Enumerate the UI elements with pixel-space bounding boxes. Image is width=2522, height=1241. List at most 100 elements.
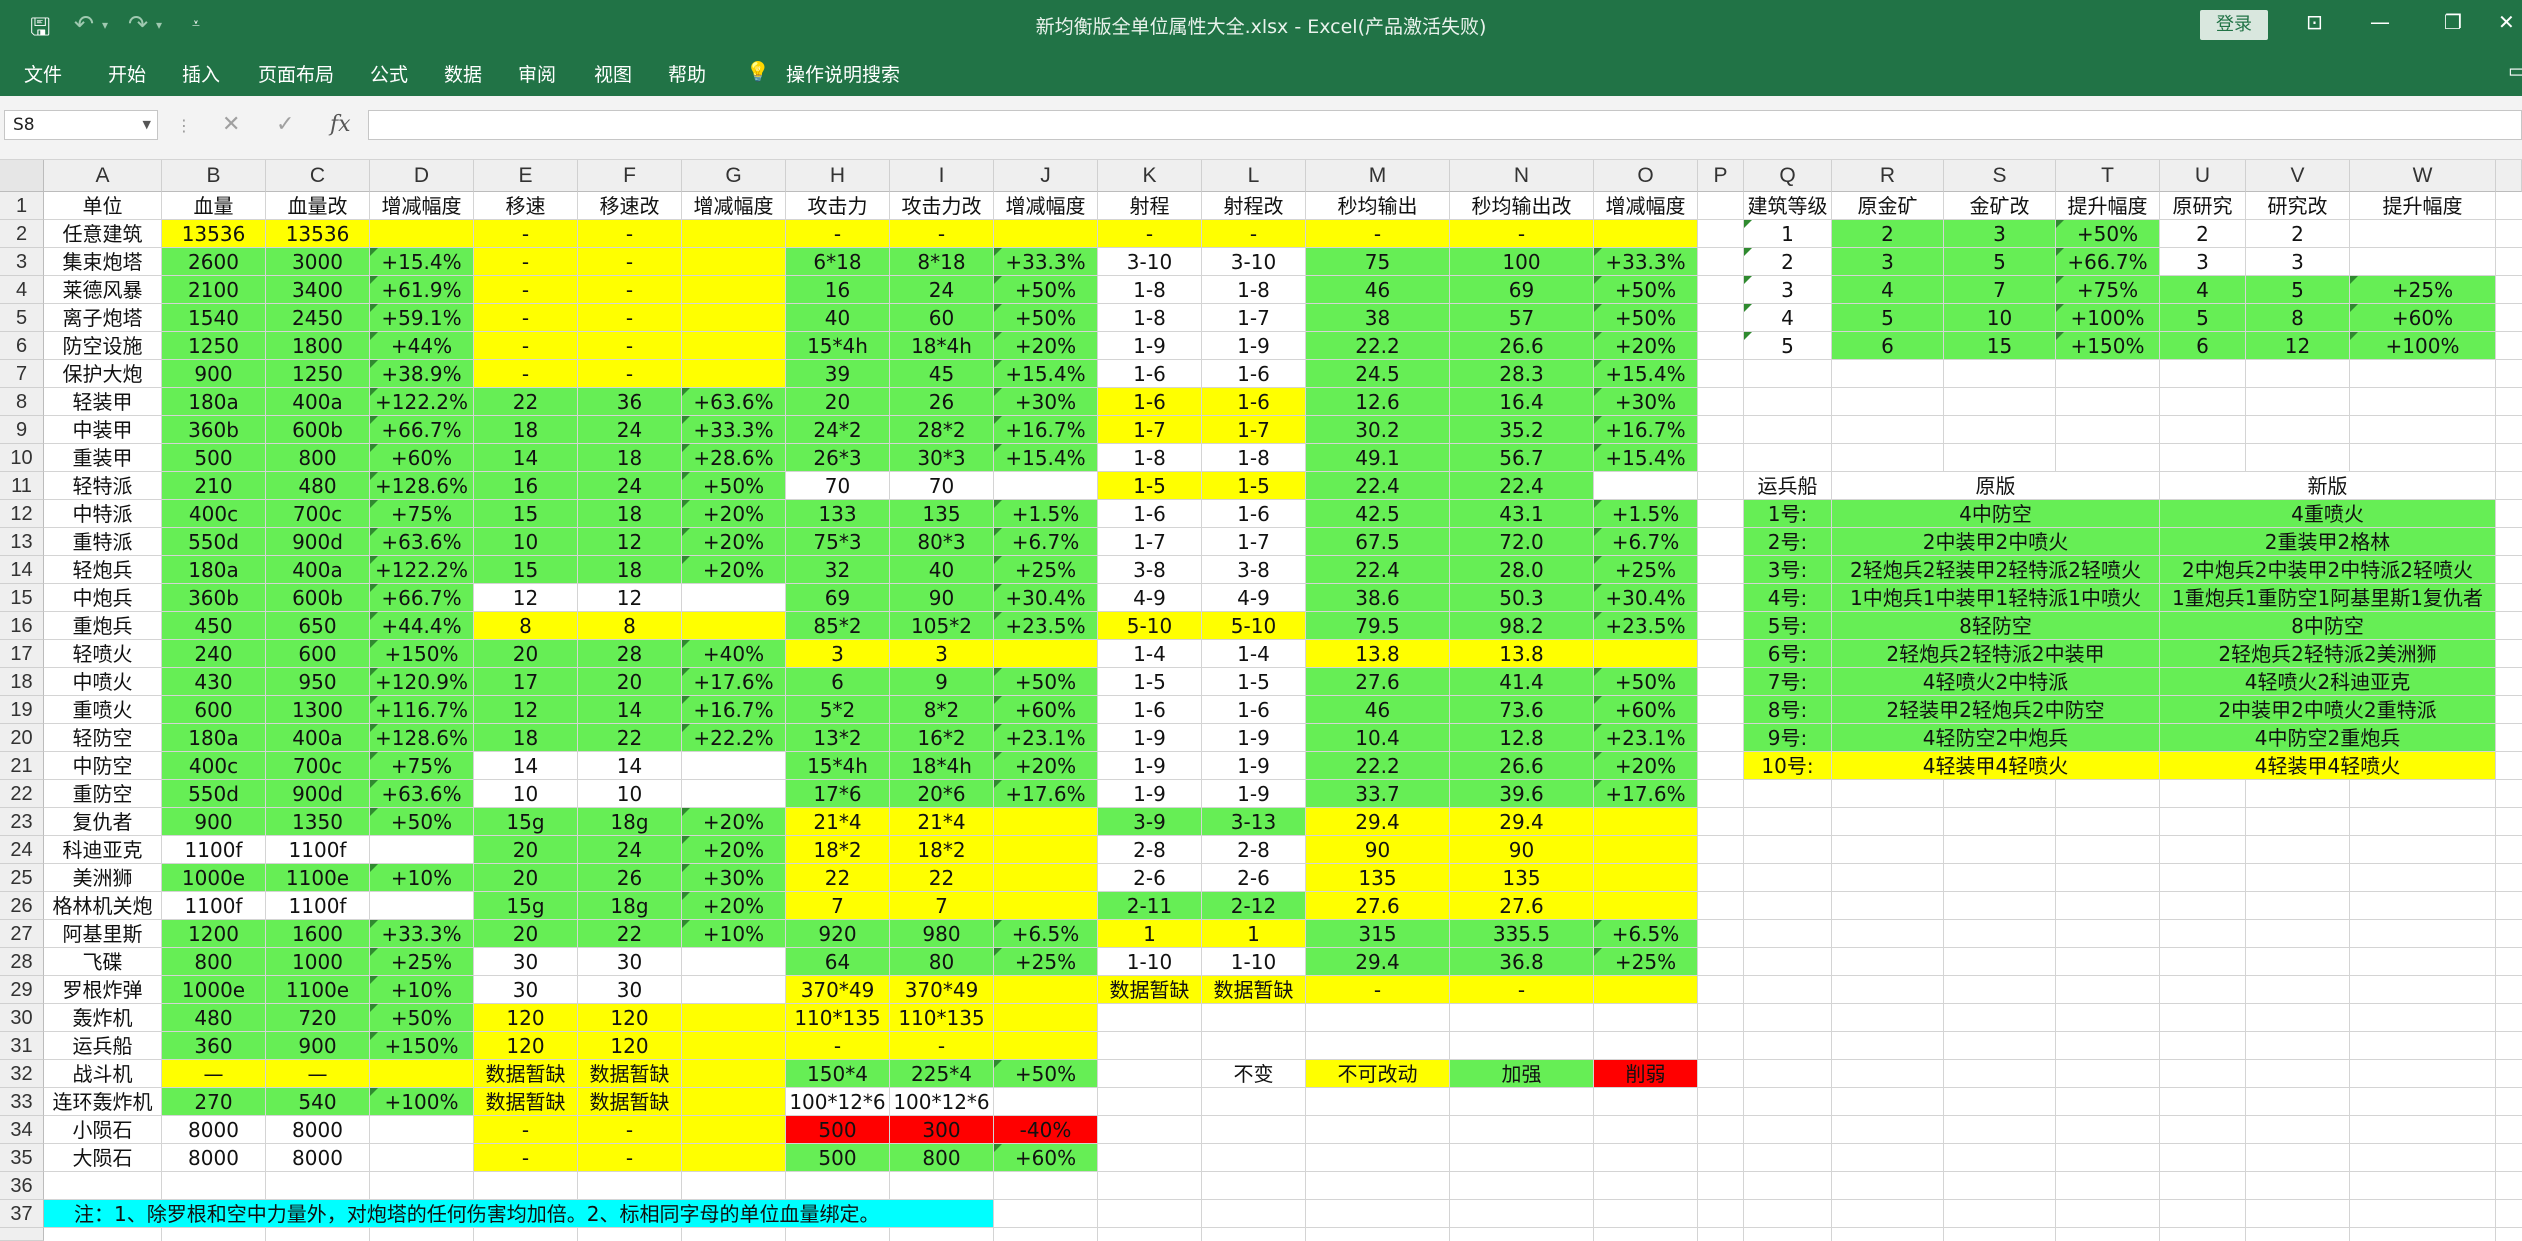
column-header-q[interactable]: Q xyxy=(1744,160,1832,192)
cell-e7[interactable]: - xyxy=(474,360,578,388)
cell-l29[interactable]: 数据暂缺 xyxy=(1202,976,1306,1004)
cell-d16[interactable]: +44.4% xyxy=(370,612,474,640)
cell-v3[interactable]: 3 xyxy=(2246,248,2350,276)
cell-c26[interactable]: 1100f xyxy=(266,892,370,920)
transport-row-original[interactable]: 4轻防空2中炮兵 xyxy=(1832,724,2160,752)
cell-a6[interactable]: 防空设施 xyxy=(44,332,162,360)
cell-a9[interactable]: 中装甲 xyxy=(44,416,162,444)
cell-g34[interactable] xyxy=(682,1116,786,1144)
cell-g8[interactable]: +63.6% xyxy=(682,388,786,416)
transport-row-new[interactable]: 2中炮兵2中装甲2中特派2轻喷火 xyxy=(2160,556,2496,584)
cell-b18[interactable]: 430 xyxy=(162,668,266,696)
cell-c20[interactable]: 400a xyxy=(266,724,370,752)
cell-c11[interactable]: 480 xyxy=(266,472,370,500)
cell-s3[interactable]: 5 xyxy=(1944,248,2056,276)
cell-w5[interactable]: +60% xyxy=(2350,304,2496,332)
transport-row-label[interactable]: 7号: xyxy=(1744,668,1832,696)
transport-row-label[interactable]: 3号: xyxy=(1744,556,1832,584)
cell-k29[interactable]: 数据暂缺 xyxy=(1098,976,1202,1004)
cell-u4[interactable]: 4 xyxy=(2160,276,2246,304)
cell-l28[interactable]: 1-10 xyxy=(1202,948,1306,976)
column-header-c[interactable]: C xyxy=(266,160,370,192)
cell-h33[interactable]: 100*12*6 xyxy=(786,1088,890,1116)
cell-g13[interactable]: +20% xyxy=(682,528,786,556)
cell-k8[interactable]: 1-6 xyxy=(1098,388,1202,416)
cell-a15[interactable]: 中炮兵 xyxy=(44,584,162,612)
cell-d1[interactable]: 增减幅度 xyxy=(370,192,474,220)
cell-v4[interactable]: 5 xyxy=(2246,276,2350,304)
cell-t5[interactable]: +100% xyxy=(2056,304,2160,332)
cell-b32[interactable]: — xyxy=(162,1060,266,1088)
row-header-37[interactable]: 37 xyxy=(0,1200,44,1228)
column-header-v[interactable]: V xyxy=(2246,160,2350,192)
cell-k14[interactable]: 3-8 xyxy=(1098,556,1202,584)
cell-t1[interactable]: 提升幅度 xyxy=(2056,192,2160,220)
cell-o3[interactable]: +33.3% xyxy=(1594,248,1698,276)
cell-j12[interactable]: +1.5% xyxy=(994,500,1098,528)
cell-c28[interactable]: 1000 xyxy=(266,948,370,976)
column-header-t[interactable]: T xyxy=(2056,160,2160,192)
cell-g23[interactable]: +20% xyxy=(682,808,786,836)
cell-u6[interactable]: 6 xyxy=(2160,332,2246,360)
cell-d5[interactable]: +59.1% xyxy=(370,304,474,332)
cell-a10[interactable]: 重装甲 xyxy=(44,444,162,472)
cell-i7[interactable]: 45 xyxy=(890,360,994,388)
cell-o15[interactable]: +30.4% xyxy=(1594,584,1698,612)
transport-row-label[interactable]: 5号: xyxy=(1744,612,1832,640)
column-header-w[interactable]: W xyxy=(2350,160,2496,192)
cell-h27[interactable]: 920 xyxy=(786,920,890,948)
cell-c10[interactable]: 800 xyxy=(266,444,370,472)
cell-e3[interactable]: - xyxy=(474,248,578,276)
cell-j9[interactable]: +16.7% xyxy=(994,416,1098,444)
cell-c31[interactable]: 900 xyxy=(266,1032,370,1060)
column-header-k[interactable]: K xyxy=(1098,160,1202,192)
cell-b6[interactable]: 1250 xyxy=(162,332,266,360)
cell-g26[interactable]: +20% xyxy=(682,892,786,920)
transport-row-original[interactable]: 1中炮兵1中装甲1轻特派1中喷火 xyxy=(1832,584,2160,612)
cell-b16[interactable]: 450 xyxy=(162,612,266,640)
cell-a12[interactable]: 中特派 xyxy=(44,500,162,528)
row-header-11[interactable]: 11 xyxy=(0,472,44,500)
cell-f18[interactable]: 20 xyxy=(578,668,682,696)
cell-c5[interactable]: 2450 xyxy=(266,304,370,332)
cell-v5[interactable]: 8 xyxy=(2246,304,2350,332)
column-header-s[interactable]: S xyxy=(1944,160,2056,192)
row-header-16[interactable]: 16 xyxy=(0,612,44,640)
cell-h34[interactable]: 500 xyxy=(786,1116,890,1144)
cell-g17[interactable]: +40% xyxy=(682,640,786,668)
cell-n11[interactable]: 22.4 xyxy=(1450,472,1594,500)
row-header-36[interactable]: 36 xyxy=(0,1172,44,1200)
cell-a28[interactable]: 飞碟 xyxy=(44,948,162,976)
transport-row-label[interactable]: 10号: xyxy=(1744,752,1832,780)
cell-j5[interactable]: +50% xyxy=(994,304,1098,332)
cell-k22[interactable]: 1-9 xyxy=(1098,780,1202,808)
cell-v2[interactable]: 2 xyxy=(2246,220,2350,248)
cell-d24[interactable] xyxy=(370,836,474,864)
cell-o6[interactable]: +20% xyxy=(1594,332,1698,360)
cell-k11[interactable]: 1-5 xyxy=(1098,472,1202,500)
cell-h12[interactable]: 133 xyxy=(786,500,890,528)
cell-w2[interactable] xyxy=(2350,220,2496,248)
cell-a5[interactable]: 离子炮塔 xyxy=(44,304,162,332)
cell-a24[interactable]: 科迪亚克 xyxy=(44,836,162,864)
cell-h20[interactable]: 13*2 xyxy=(786,724,890,752)
cell-c19[interactable]: 1300 xyxy=(266,696,370,724)
cell-g5[interactable] xyxy=(682,304,786,332)
cell-n13[interactable]: 72.0 xyxy=(1450,528,1594,556)
cell-a23[interactable]: 复仇者 xyxy=(44,808,162,836)
cell-h35[interactable]: 500 xyxy=(786,1144,890,1172)
cell-f8[interactable]: 36 xyxy=(578,388,682,416)
column-header-o[interactable]: O xyxy=(1594,160,1698,192)
cell-c17[interactable]: 600 xyxy=(266,640,370,668)
cell-i31[interactable]: - xyxy=(890,1032,994,1060)
cell-l32[interactable]: 不变 xyxy=(1202,1060,1306,1088)
cell-f7[interactable]: - xyxy=(578,360,682,388)
row-header-3[interactable]: 3 xyxy=(0,248,44,276)
row-header-9[interactable]: 9 xyxy=(0,416,44,444)
cell-d35[interactable] xyxy=(370,1144,474,1172)
cell-i24[interactable]: 18*2 xyxy=(890,836,994,864)
cell-a2[interactable]: 任意建筑 xyxy=(44,220,162,248)
cell-w1[interactable]: 提升幅度 xyxy=(2350,192,2496,220)
cell-b19[interactable]: 600 xyxy=(162,696,266,724)
cell-f14[interactable]: 18 xyxy=(578,556,682,584)
